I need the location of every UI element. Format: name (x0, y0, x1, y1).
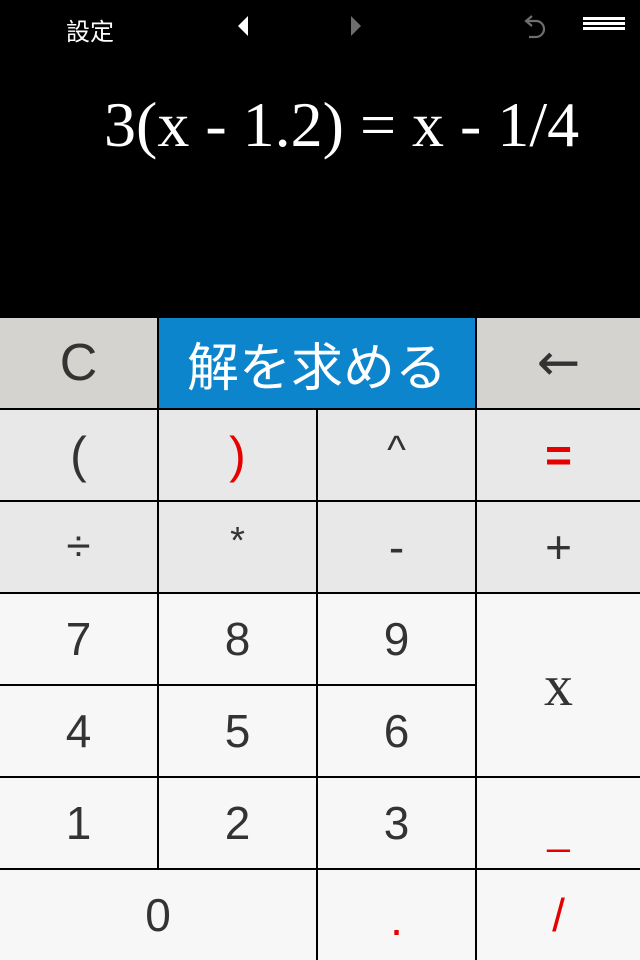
power-key[interactable]: ^ (318, 410, 475, 500)
digit-5-key[interactable]: 5 (159, 686, 316, 776)
digit-0-key[interactable]: 0 (0, 870, 316, 960)
triangle-right-icon (351, 16, 361, 36)
slash-key[interactable]: / (477, 870, 640, 960)
hamburger-menu-icon (583, 17, 625, 30)
triangle-left-icon (238, 16, 248, 36)
minus-key[interactable]: - (318, 502, 475, 592)
equation-display: 3(x - 1.2) = x - 1/4 (104, 89, 580, 160)
multiply-key[interactable]: * (159, 502, 316, 592)
digit-6-key[interactable]: 6 (318, 686, 475, 776)
previous-button[interactable] (232, 14, 254, 38)
backspace-key[interactable]: ← (477, 318, 640, 408)
menu-button[interactable] (583, 17, 625, 37)
solve-button[interactable]: 解を求める (159, 318, 475, 408)
plus-key[interactable]: + (477, 502, 640, 592)
digit-3-key[interactable]: 3 (318, 778, 475, 868)
digit-2-key[interactable]: 2 (159, 778, 316, 868)
close-paren-key[interactable]: ) (159, 410, 316, 500)
undo-button[interactable] (519, 12, 549, 42)
clear-key[interactable]: C (0, 318, 157, 408)
open-paren-key[interactable]: ( (0, 410, 157, 500)
next-button[interactable] (345, 14, 367, 38)
fraction-bar-key[interactable]: _ (477, 778, 640, 868)
settings-button[interactable]: 設定 (66, 12, 114, 47)
digit-4-key[interactable]: 4 (0, 686, 157, 776)
keypad: C 解を求める ← ( ) ^ = ÷ * - + 7 8 9 x 4 5 6 … (0, 317, 640, 960)
digit-7-key[interactable]: 7 (0, 594, 157, 684)
top-bar: 設定 (0, 0, 640, 52)
digit-9-key[interactable]: 9 (318, 594, 475, 684)
equals-key[interactable]: = (477, 410, 640, 500)
undo-icon (524, 15, 546, 39)
digit-1-key[interactable]: 1 (0, 778, 157, 868)
digit-8-key[interactable]: 8 (159, 594, 316, 684)
variable-x-key[interactable]: x (477, 594, 640, 776)
divide-key[interactable]: ÷ (0, 502, 157, 592)
decimal-key[interactable]: . (318, 870, 475, 960)
